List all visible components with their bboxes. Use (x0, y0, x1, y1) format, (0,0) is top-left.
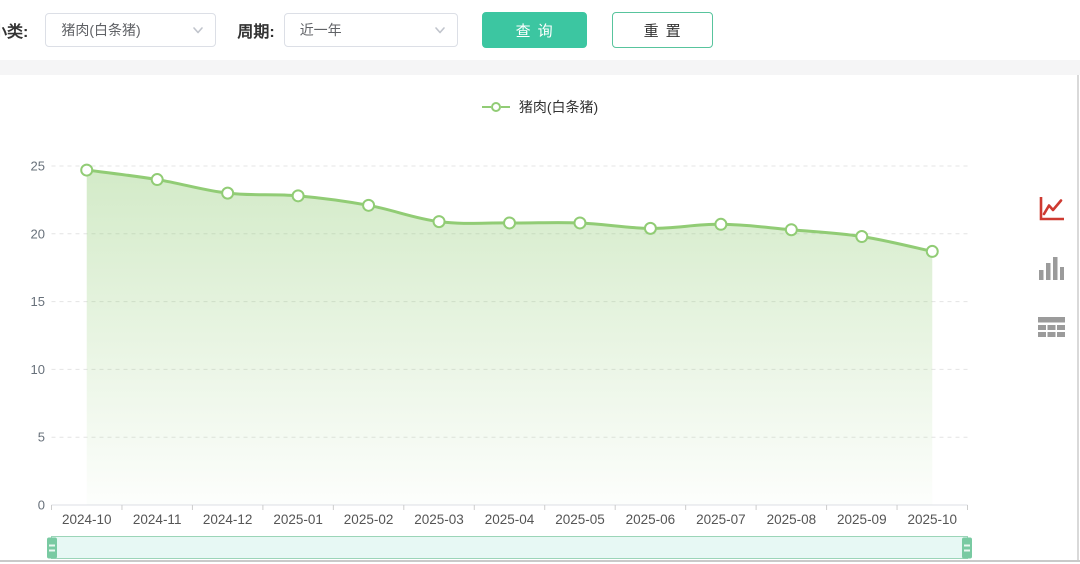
data-point-marker (927, 246, 938, 257)
chevron-down-icon (191, 23, 205, 37)
line-chart: 0 5 10 15 20 25 2024-10 2024-11 2024-12 2025-01 20… (0, 75, 1080, 564)
filter-bar: 小类: 猪肉(白条猪) 周期: 近一年 查询 重置 (0, 0, 1080, 60)
y-axis-tick-label: 25 (31, 159, 45, 174)
price-query-page: 小类: 猪肉(白条猪) 周期: 近一年 查询 重置 0 5 10 15 20 25 2024… (0, 0, 1080, 564)
datazoom-right-handle[interactable] (962, 537, 972, 558)
x-axis-tick-label: 2024-10 (62, 512, 112, 527)
data-point-marker (293, 190, 304, 201)
y-axis-tick-label: 5 (38, 430, 45, 445)
chevron-down-icon (433, 23, 447, 37)
data-point-marker (152, 174, 163, 185)
x-axis-tick-label: 2024-11 (133, 512, 182, 527)
data-point-marker (363, 200, 374, 211)
data-point-marker (434, 216, 445, 227)
y-axis-tick-label: 0 (38, 498, 45, 513)
x-axis-tick-label: 2024-12 (203, 512, 253, 527)
bar-chart-icon[interactable] (1037, 254, 1065, 282)
data-point-marker (81, 165, 92, 176)
x-axis-tick-label: 2025-08 (767, 512, 817, 527)
category-label: 小类: (0, 18, 28, 42)
table-view-icon[interactable] (1037, 313, 1065, 341)
data-point-marker (856, 231, 867, 242)
y-axis-tick-label: 10 (31, 362, 45, 377)
x-axis-tick-label: 2025-06 (626, 512, 676, 527)
line-chart-icon[interactable] (1037, 195, 1065, 223)
data-point-marker (504, 217, 515, 228)
y-axis-tick-label: 20 (31, 226, 45, 241)
period-select[interactable]: 近一年 (284, 13, 458, 47)
x-axis-tick-label: 2025-03 (414, 512, 464, 527)
data-point-marker (645, 223, 656, 234)
data-point-marker (786, 224, 797, 235)
period-label: 周期: (237, 18, 274, 42)
page-right-border (1077, 75, 1079, 561)
x-axis-tick-label: 2025-01 (273, 512, 323, 527)
y-axis-tick-label: 15 (31, 294, 45, 309)
x-axis-tick-label: 2025-07 (696, 512, 746, 527)
section-separator (0, 60, 1080, 75)
chart-panel: 0 5 10 15 20 25 2024-10 2024-11 2024-12 2025-01 20… (0, 75, 1080, 564)
reset-button[interactable]: 重置 (612, 12, 713, 48)
legend-line-marker-icon (482, 102, 510, 112)
datazoom-slider[interactable] (51, 536, 968, 559)
x-axis-tick-label: 2025-09 (837, 512, 887, 527)
page-bottom-border (0, 560, 1080, 562)
x-axis-tick-label: 2025-10 (907, 512, 957, 527)
query-button[interactable]: 查询 (482, 12, 587, 48)
x-axis-tick-label: 2025-02 (344, 512, 394, 527)
data-point-marker (222, 188, 233, 199)
x-axis-tick-label: 2025-04 (485, 512, 535, 527)
x-axis-tick-label: 2025-05 (555, 512, 605, 527)
category-select-value: 猪肉(白条猪) (46, 20, 140, 40)
data-point-marker (574, 217, 585, 228)
data-point-marker (715, 219, 726, 230)
legend-label: 猪肉(白条猪) (519, 97, 598, 117)
chart-type-toolbar (1037, 195, 1065, 341)
category-select[interactable]: 猪肉(白条猪) (45, 13, 216, 47)
datazoom-left-handle[interactable] (47, 537, 57, 558)
legend-item-pork[interactable]: 猪肉(白条猪) (0, 97, 1080, 117)
period-select-value: 近一年 (285, 20, 342, 40)
